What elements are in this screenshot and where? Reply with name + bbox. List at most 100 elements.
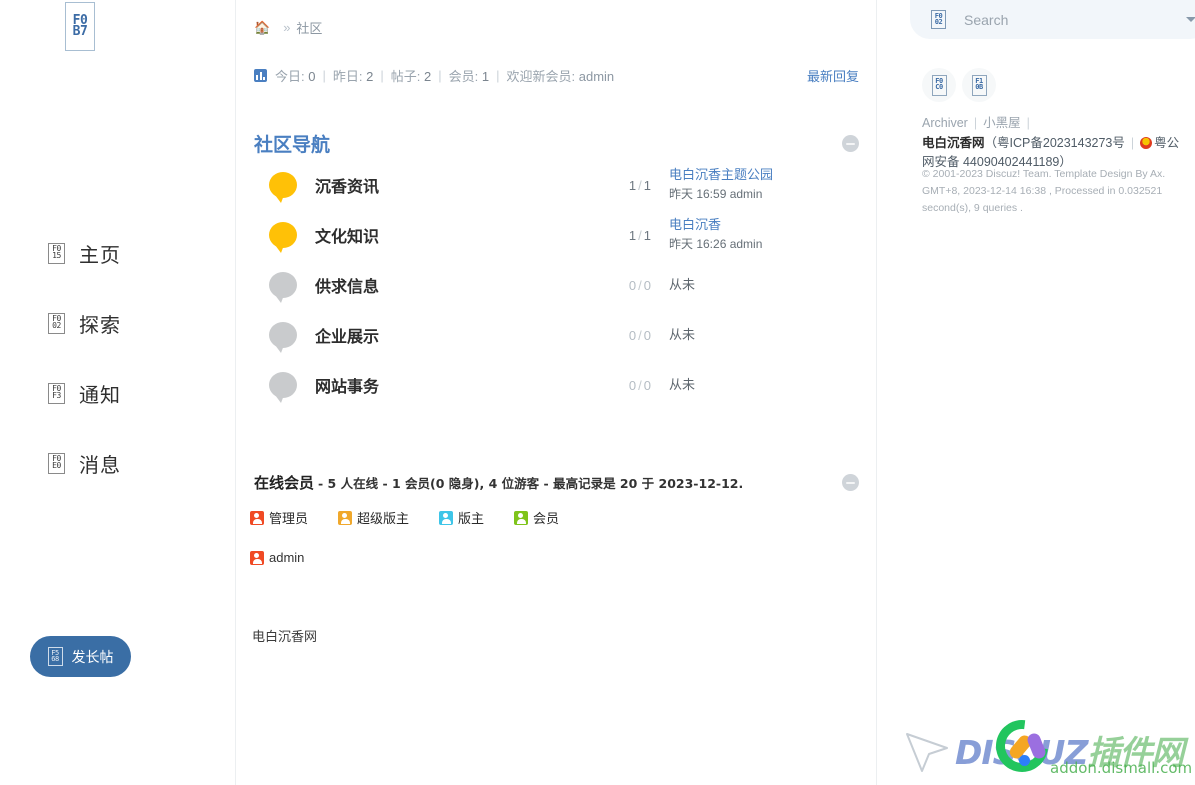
forum-name-link[interactable]: 网站事务 xyxy=(315,373,595,397)
sidebar-nav: F0 15 主页 F0 02 探索 F0 F3 通知 F0 E0 消息 xyxy=(0,218,236,498)
stat-divider: | xyxy=(322,68,326,83)
police-badge-icon xyxy=(1140,137,1153,149)
stat-members: 会员: 1 xyxy=(449,66,489,85)
search-icon: F0 02 xyxy=(48,312,65,334)
site-logo[interactable]: F0 B7 xyxy=(65,2,95,51)
table-row: 文化知识 1/1 电白沉香 昨天 16:26 admin xyxy=(254,210,859,260)
forum-thread-count: 0 xyxy=(628,277,637,293)
stat-divider: | xyxy=(496,68,500,83)
search-input[interactable] xyxy=(962,10,1186,29)
usergroup-badge-icon xyxy=(514,510,529,525)
table-row: 沉香资讯 1/1 电白沉香主题公园 昨天 16:59 admin xyxy=(254,160,859,210)
forum-post-count: 0 xyxy=(643,377,651,393)
stat-posts-label: 帖子: xyxy=(390,69,421,84)
usergroup-badge-icon xyxy=(338,510,353,525)
breadcrumb-current[interactable]: 社区 xyxy=(296,18,322,37)
forum-counts: 0/0 xyxy=(628,277,651,293)
stat-yesterday: 昨日: 2 xyxy=(333,66,373,85)
usergroup-badge-icon xyxy=(439,510,454,525)
forum-last-post-title[interactable]: 电白沉香主题公园 xyxy=(669,166,859,185)
forum-last-post-never: 从未 xyxy=(669,276,696,292)
qrcode-icon[interactable]: F0 C0 xyxy=(922,68,956,102)
bar-chart-icon xyxy=(254,69,267,82)
forum-post-count: 0 xyxy=(643,327,651,343)
footer-links: Archiver | 小黑屋 | xyxy=(922,112,1036,131)
forum-thread-count: 1 xyxy=(628,227,637,243)
stat-welcome: 欢迎新会员: admin xyxy=(507,66,615,85)
sidebar-item-label-home: 主页 xyxy=(79,242,121,267)
sidebar-item-label-messages: 消息 xyxy=(79,452,121,477)
breadcrumb: 🏠 » 社区 xyxy=(254,18,322,37)
home-icon: F0 15 xyxy=(48,242,65,264)
footer-site-name[interactable]: 电白沉香网 xyxy=(922,135,985,150)
minus-circle-icon[interactable] xyxy=(842,474,859,491)
search-bar[interactable]: F0 02 xyxy=(910,0,1195,39)
qrcode-icon-glyph: F0 C0 xyxy=(935,77,943,91)
footer-separator: | xyxy=(1026,116,1030,130)
search-icon-glyph: F0 02 xyxy=(934,11,943,26)
stat-posts-value: 2 xyxy=(424,69,432,84)
forum-last-post-meta: 昨天 16:26 admin xyxy=(669,237,763,251)
new-post-button[interactable]: F5 68 发长帖 xyxy=(30,636,131,677)
online-panel-description: - 5 人在线 - 1 会员(0 隐身), 4 位游客 - 最高记录是 20 于… xyxy=(318,476,744,491)
sidebar-item-label-explore: 探索 xyxy=(79,312,121,337)
online-user-name[interactable]: admin xyxy=(269,550,304,565)
latest-reply-link[interactable]: 最新回复 xyxy=(807,66,859,85)
forum-name-link[interactable]: 文化知识 xyxy=(315,223,595,247)
forum-last-post: 从未 xyxy=(669,326,859,345)
logo-broken-glyph: F0 B7 xyxy=(72,12,88,39)
stat-today: 今日: 0 xyxy=(275,66,315,85)
forum-counts: 0/0 xyxy=(628,327,651,343)
forum-last-post: 从未 xyxy=(669,376,859,395)
blacklist-link[interactable]: 小黑屋 xyxy=(983,116,1021,130)
quick-action-icons: F0 C0 F1 0B xyxy=(922,68,996,102)
footer-separator: | xyxy=(973,116,978,130)
legend-label: 会员 xyxy=(533,512,560,527)
stat-welcome-value[interactable]: admin xyxy=(579,69,614,84)
online-panel-header: 在线会员 - 5 人在线 - 1 会员(0 隐身), 4 位游客 - 最高记录是 … xyxy=(254,472,859,493)
stat-members-value: 1 xyxy=(481,69,490,84)
forum-last-post-title[interactable]: 电白沉香 xyxy=(669,216,859,235)
bell-icon-glyph: F0 F3 xyxy=(52,384,61,400)
stat-welcome-label: 欢迎新会员: xyxy=(506,69,576,84)
stat-divider: | xyxy=(438,68,442,83)
copyright-footer: © 2001-2023 Discuz! Team. Template Desig… xyxy=(922,166,1194,217)
mobile-icon[interactable]: F1 0B xyxy=(962,68,996,102)
sidebar-item-messages[interactable]: F0 E0 消息 xyxy=(0,428,236,498)
legend-item-admin: 管理员 xyxy=(250,508,308,527)
legend-item-super-moderator: 超级版主 xyxy=(338,508,409,527)
bell-icon: F0 F3 xyxy=(48,382,65,404)
sidebar-item-explore[interactable]: F0 02 探索 xyxy=(0,288,236,358)
chevron-down-icon[interactable] xyxy=(1186,17,1195,22)
left-sidebar: F0 B7 F0 15 主页 F0 02 探索 F0 F3 通知 F0 E0 消… xyxy=(0,0,236,785)
home-icon[interactable]: 🏠 xyxy=(254,20,270,36)
forum-bubble-icon xyxy=(269,172,297,203)
forum-stats-bar: 今日: 0 | 昨日: 2 | 帖子: 2 | 会员: 1 | 欢迎新会员: a… xyxy=(254,66,859,85)
stat-posts: 帖子: 2 xyxy=(391,66,431,85)
table-row: 企业展示 0/0 从未 xyxy=(254,310,859,360)
forum-last-post-meta: 昨天 16:59 admin xyxy=(669,187,763,201)
online-panel-heading: 在线会员 - 5 人在线 - 1 会员(0 隐身), 4 位游客 - 最高记录是 … xyxy=(254,472,743,493)
forum-name-link[interactable]: 供求信息 xyxy=(315,273,595,297)
forum-name-link[interactable]: 企业展示 xyxy=(315,323,595,347)
usergroup-badge-icon xyxy=(250,550,264,565)
site-name-footer[interactable]: 电白沉香网 xyxy=(252,626,317,645)
legend-label: 管理员 xyxy=(269,512,309,527)
forum-thread-count: 1 xyxy=(628,177,637,193)
forum-bubble-icon xyxy=(269,322,297,353)
copyright-text: © 2001-2023 Discuz! Team. Template Desig… xyxy=(922,168,1166,180)
icp-link[interactable]: 粤ICP备2023143273号 xyxy=(997,136,1125,150)
minus-circle-icon[interactable] xyxy=(842,135,859,152)
sidebar-item-home[interactable]: F0 15 主页 xyxy=(0,218,236,288)
archiver-link[interactable]: Archiver xyxy=(922,116,968,130)
forum-panel-header: 社区导航 xyxy=(254,130,859,157)
sidebar-item-notifications[interactable]: F0 F3 通知 xyxy=(0,358,236,428)
processed-text: GMT+8, 2023-12-14 16:38 , Processed in 0… xyxy=(922,185,1163,214)
main-content: 🏠 » 社区 今日: 0 | 昨日: 2 | 帖子: 2 | 会员: 1 | 欢… xyxy=(236,0,877,785)
list-item[interactable]: admin xyxy=(250,550,304,565)
forum-counts: 1/1 xyxy=(628,227,651,243)
forum-name-link[interactable]: 沉香资讯 xyxy=(315,173,595,197)
mobile-icon-glyph: F1 0B xyxy=(975,77,983,91)
usergroup-legend: 管理员 超级版主 版主 会员 xyxy=(250,508,559,527)
legend-item-member: 会员 xyxy=(514,508,559,527)
